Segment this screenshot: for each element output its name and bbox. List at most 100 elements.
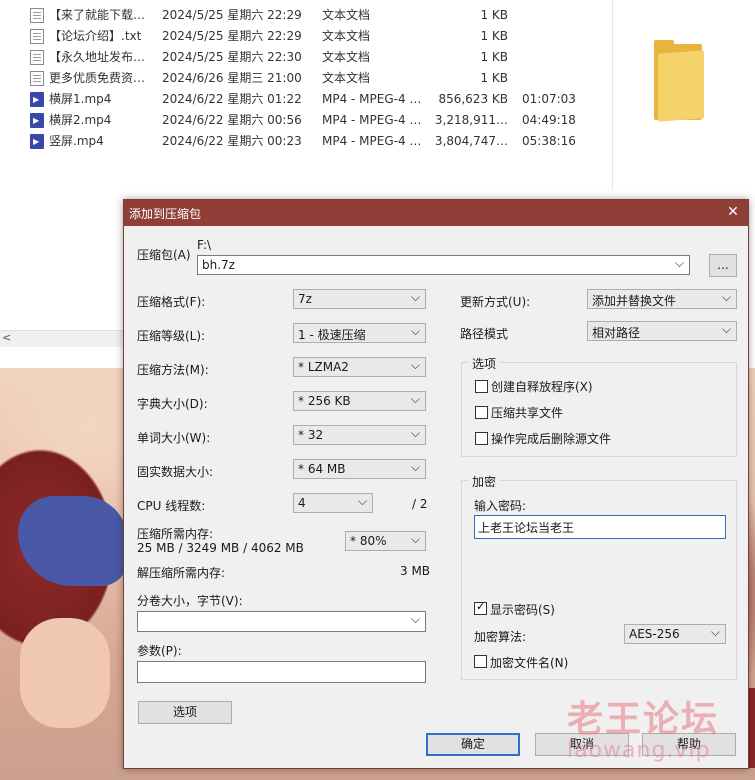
encrypt-names-label[interactable]: 加密文件名(N): [490, 654, 568, 671]
solid-value: * 64 MB: [298, 462, 346, 476]
ok-button[interactable]: 确定: [426, 733, 520, 756]
chevron-down-icon: ⌵: [721, 290, 731, 304]
update-value: 添加并替换文件: [592, 294, 677, 308]
horizontal-scrollbar[interactable]: <: [0, 330, 125, 347]
archive-label: 压缩包(A): [137, 248, 191, 262]
cpu-total: / 2: [412, 497, 428, 511]
options-group-title: 选项: [469, 355, 500, 372]
sfx-label[interactable]: 创建自释放程序(X): [491, 378, 593, 395]
enc-method-value: AES-256: [629, 627, 680, 641]
dict-select[interactable]: * 256 KB ⌵: [293, 391, 426, 411]
shared-label[interactable]: 压缩共享文件: [491, 404, 563, 421]
update-label: 更新方式(U):: [460, 295, 531, 309]
method-select[interactable]: * LZMA2 ⌵: [293, 357, 426, 377]
file-row[interactable]: 横屏2.mp4 2024/6/22 星期六 00:56 MP4 - MPEG-4…: [0, 110, 612, 131]
file-size: 3,804,747…: [434, 134, 508, 148]
solid-select[interactable]: * 64 MB ⌵: [293, 459, 426, 479]
chevron-down-icon[interactable]: ⌵: [675, 256, 684, 271]
file-row[interactable]: 竖屏.mp4 2024/6/22 星期六 00:23 MP4 - MPEG-4 …: [0, 131, 612, 152]
chevron-down-icon: ⌵: [410, 426, 420, 440]
close-icon[interactable]: ✕: [718, 200, 748, 226]
mem-decompress-label: 解压缩所需内存:: [137, 566, 226, 580]
file-size: 1 KB: [480, 50, 508, 64]
file-size: 1 KB: [480, 71, 508, 85]
file-type: 文本文档: [322, 29, 371, 43]
file-row[interactable]: 横屏1.mp4 2024/6/22 星期六 01:22 MP4 - MPEG-4…: [0, 89, 612, 110]
cancel-button[interactable]: 取消: [535, 733, 629, 756]
txt-file-icon: [30, 50, 44, 65]
mem-compress-label: 压缩所需内存:: [137, 527, 214, 541]
cpu-select[interactable]: 4 ⌵: [293, 493, 373, 513]
mem-decompress-value: 3 MB: [400, 564, 431, 578]
delete-label[interactable]: 操作完成后删除源文件: [491, 430, 611, 447]
params-input[interactable]: [137, 661, 426, 683]
file-row[interactable]: 【来了就能下载… 2024/5/25 星期六 22:29 文本文档 1 KB: [0, 5, 612, 26]
dict-label: 字典大小(D):: [137, 397, 208, 411]
file-type: 文本文档: [322, 50, 371, 64]
scroll-left-arrow-icon[interactable]: <: [2, 331, 11, 344]
encryption-group: 加密 输入密码: 上老王论坛当老王 显示密码(S) 加密算法: AES-256 …: [461, 473, 737, 680]
password-input[interactable]: 上老王论坛当老王: [474, 515, 726, 539]
file-size: 856,623 KB: [438, 92, 508, 106]
show-password-label[interactable]: 显示密码(S): [490, 601, 555, 618]
options-button[interactable]: 选项: [138, 701, 232, 724]
file-name: 横屏1.mp4: [49, 92, 112, 106]
mem-percent-value: * 80%: [350, 534, 387, 548]
help-button[interactable]: 帮助: [642, 733, 736, 756]
enc-method-select[interactable]: AES-256 ⌵: [624, 624, 726, 644]
file-name: 【永久地址发布…: [49, 50, 146, 64]
browse-button[interactable]: ...: [709, 254, 737, 277]
chevron-down-icon: ⌵: [410, 290, 420, 304]
cpu-label: CPU 线程数:: [137, 499, 206, 513]
chevron-down-icon: ⌵: [410, 532, 420, 546]
file-name: 【论坛介绍】.txt: [49, 29, 142, 43]
file-type: MP4 - MPEG-4 …: [322, 134, 422, 148]
password-label: 输入密码:: [474, 499, 527, 513]
cpu-value: 4: [298, 496, 306, 510]
file-duration: 05:38:16: [522, 134, 576, 148]
chevron-down-icon: ⌵: [410, 324, 420, 338]
word-label: 单词大小(W):: [137, 431, 211, 445]
archive-path: F:\: [197, 238, 212, 252]
volume-input[interactable]: ⌵: [137, 611, 426, 632]
method-value: * LZMA2: [298, 360, 349, 374]
solid-label: 固实数据大小:: [137, 465, 214, 479]
file-duration: 04:49:18: [522, 113, 576, 127]
file-name: 横屏2.mp4: [49, 113, 112, 127]
volume-label: 分卷大小，字节(V):: [137, 594, 243, 608]
enc-method-label: 加密算法:: [474, 630, 527, 644]
level-select[interactable]: 1 - 极速压缩 ⌵: [293, 323, 426, 343]
chevron-down-icon[interactable]: ⌵: [411, 612, 420, 627]
archive-name-input[interactable]: bh.7z ⌵: [197, 255, 690, 275]
mem-percent-select[interactable]: * 80% ⌵: [345, 531, 426, 551]
dialog-title: 添加到压缩包: [129, 207, 202, 221]
chevron-down-icon: ⌵: [357, 494, 367, 508]
dialog-titlebar[interactable]: 添加到压缩包 ✕: [124, 200, 748, 226]
file-row[interactable]: 更多优质免费资… 2024/6/26 星期三 21:00 文本文档 1 KB: [0, 68, 612, 89]
file-date: 2024/6/26 星期三 21:00: [162, 71, 302, 85]
format-select[interactable]: 7z ⌵: [293, 289, 426, 309]
file-name: 竖屏.mp4: [49, 134, 104, 148]
shared-checkbox[interactable]: [475, 406, 488, 419]
mp4-file-icon: [30, 131, 44, 152]
file-size: 1 KB: [480, 8, 508, 22]
show-password-checkbox[interactable]: [474, 600, 487, 615]
file-date: 2024/6/22 星期六 00:56: [162, 113, 302, 127]
word-select[interactable]: * 32 ⌵: [293, 425, 426, 445]
file-row[interactable]: 【永久地址发布… 2024/5/25 星期六 22:30 文本文档 1 KB: [0, 47, 612, 68]
pathmode-label: 路径模式: [460, 327, 509, 341]
encrypt-names-checkbox[interactable]: [474, 655, 487, 668]
archive-name-value: bh.7z: [202, 258, 235, 272]
file-date: 2024/5/25 星期六 22:29: [162, 29, 302, 43]
update-select[interactable]: 添加并替换文件 ⌵: [587, 289, 737, 309]
encryption-group-title: 加密: [469, 473, 500, 490]
file-row[interactable]: 【论坛介绍】.txt 2024/5/25 星期六 22:29 文本文档 1 KB: [0, 26, 612, 47]
pathmode-select[interactable]: 相对路径 ⌵: [587, 321, 737, 341]
options-group: 选项 创建自释放程序(X) 压缩共享文件 操作完成后删除源文件: [461, 355, 737, 457]
file-date: 2024/6/22 星期六 01:22: [162, 92, 302, 106]
sfx-checkbox[interactable]: [475, 380, 488, 393]
format-label: 压缩格式(F):: [137, 295, 206, 309]
chevron-down-icon: ⌵: [410, 392, 420, 406]
delete-checkbox[interactable]: [475, 432, 488, 445]
file-type: MP4 - MPEG-4 …: [322, 113, 422, 127]
